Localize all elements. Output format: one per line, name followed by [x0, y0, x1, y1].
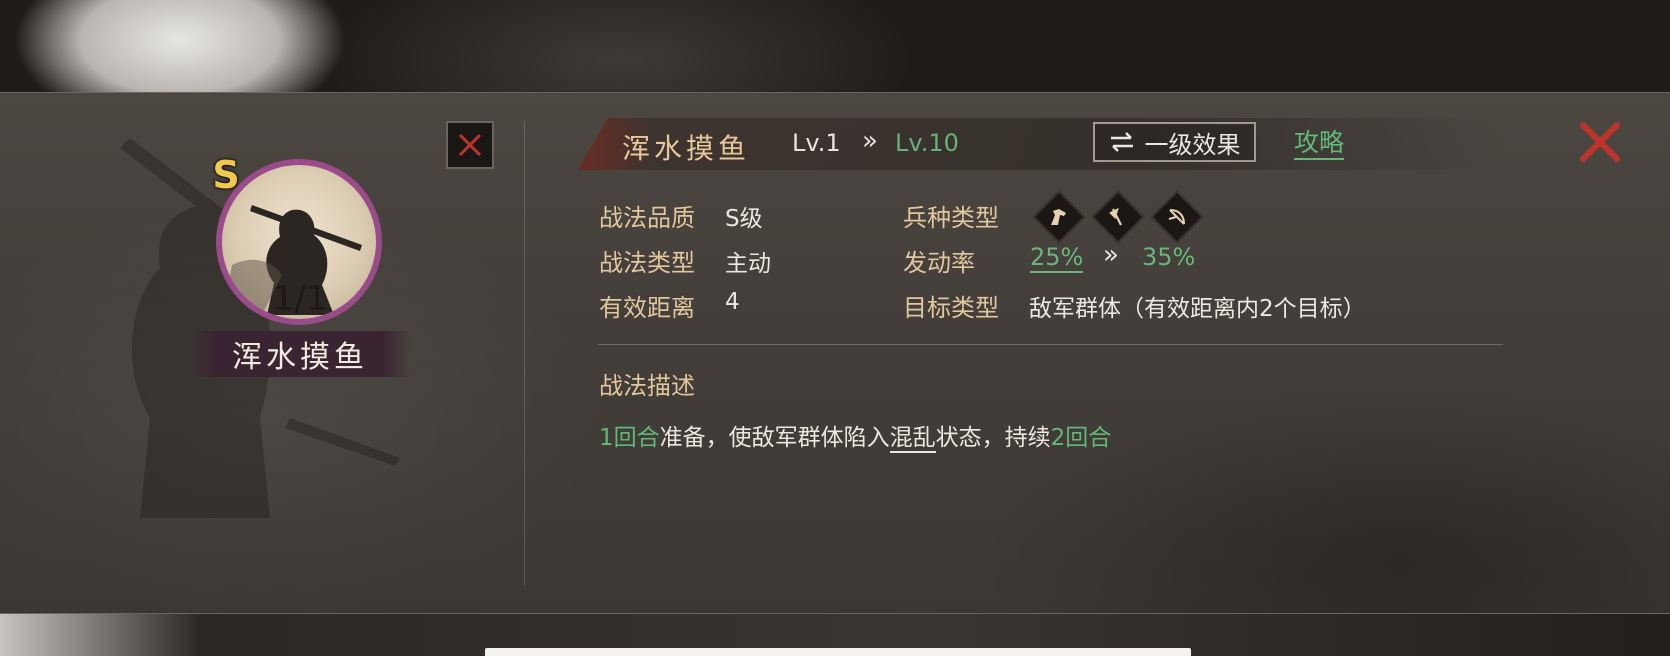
- description-text: 1回合准备，使敌军群体陷入混乱状态，持续2回合: [599, 418, 1112, 453]
- skill-title: 浑水摸鱼: [622, 132, 751, 165]
- target-type-label: 目标类型: [903, 294, 999, 322]
- trigger-rate-max: 35%: [1142, 243, 1196, 271]
- trigger-rate-current: 25%: [1030, 243, 1084, 273]
- cavalry-icon: [1040, 201, 1078, 233]
- desc-status-chaos[interactable]: 混乱: [889, 425, 936, 453]
- grade-badge: S: [212, 153, 240, 197]
- type-label: 战法类型: [599, 249, 695, 277]
- bottom-sheet-handle: [485, 648, 1191, 656]
- quality-value: S级: [725, 206, 763, 232]
- desc-duration-turns: 2回合: [1050, 425, 1112, 451]
- quality-label: 战法品质: [599, 204, 695, 232]
- guide-link[interactable]: 攻略: [1294, 128, 1345, 160]
- archer-icon: [1158, 201, 1196, 233]
- vertical-divider: [524, 121, 525, 586]
- infantry-icon: [1099, 201, 1137, 233]
- close-button[interactable]: [1575, 117, 1625, 167]
- desc-prepare-turns: 1回合: [599, 425, 660, 451]
- trigger-rate-label: 发动率: [903, 249, 975, 277]
- target-type-value: 敌军群体（有效距离内2个目标）: [1029, 296, 1366, 322]
- background-scene-top: [0, 0, 1670, 92]
- swap-icon: [1110, 132, 1133, 152]
- skill-detail-panel: S 1/1 浑水摸鱼 浑水摸鱼 Lv.1 » Lv.10 一级效果 攻略 战法品…: [0, 92, 1670, 614]
- effect-level-button[interactable]: 一级效果: [1093, 122, 1256, 162]
- skill-count: 1/1: [272, 279, 328, 319]
- effect-level-label: 一级效果: [1144, 130, 1241, 159]
- close-icon: [458, 133, 482, 157]
- skill-name-plate: 浑水摸鱼: [190, 331, 410, 377]
- level-arrow-icon: »: [862, 126, 878, 156]
- trigger-rate-arrow-icon: »: [1103, 240, 1119, 270]
- type-value: 主动: [725, 251, 771, 277]
- range-label: 有效距离: [599, 294, 695, 322]
- horizontal-divider: [598, 344, 1503, 345]
- close-icon: [1580, 122, 1620, 162]
- range-value: 4: [725, 289, 740, 315]
- level-current: Lv.1: [792, 129, 841, 157]
- skill-portrait: S 1/1: [210, 153, 390, 333]
- collapse-close-button[interactable]: [446, 121, 494, 169]
- troop-type-label: 兵种类型: [903, 204, 999, 232]
- desc-text-2: 状态，持续: [935, 425, 1051, 451]
- description-title: 战法描述: [599, 372, 695, 400]
- level-max: Lv.10: [895, 129, 959, 157]
- desc-text-1: 准备，使敌军群体陷入: [659, 425, 890, 451]
